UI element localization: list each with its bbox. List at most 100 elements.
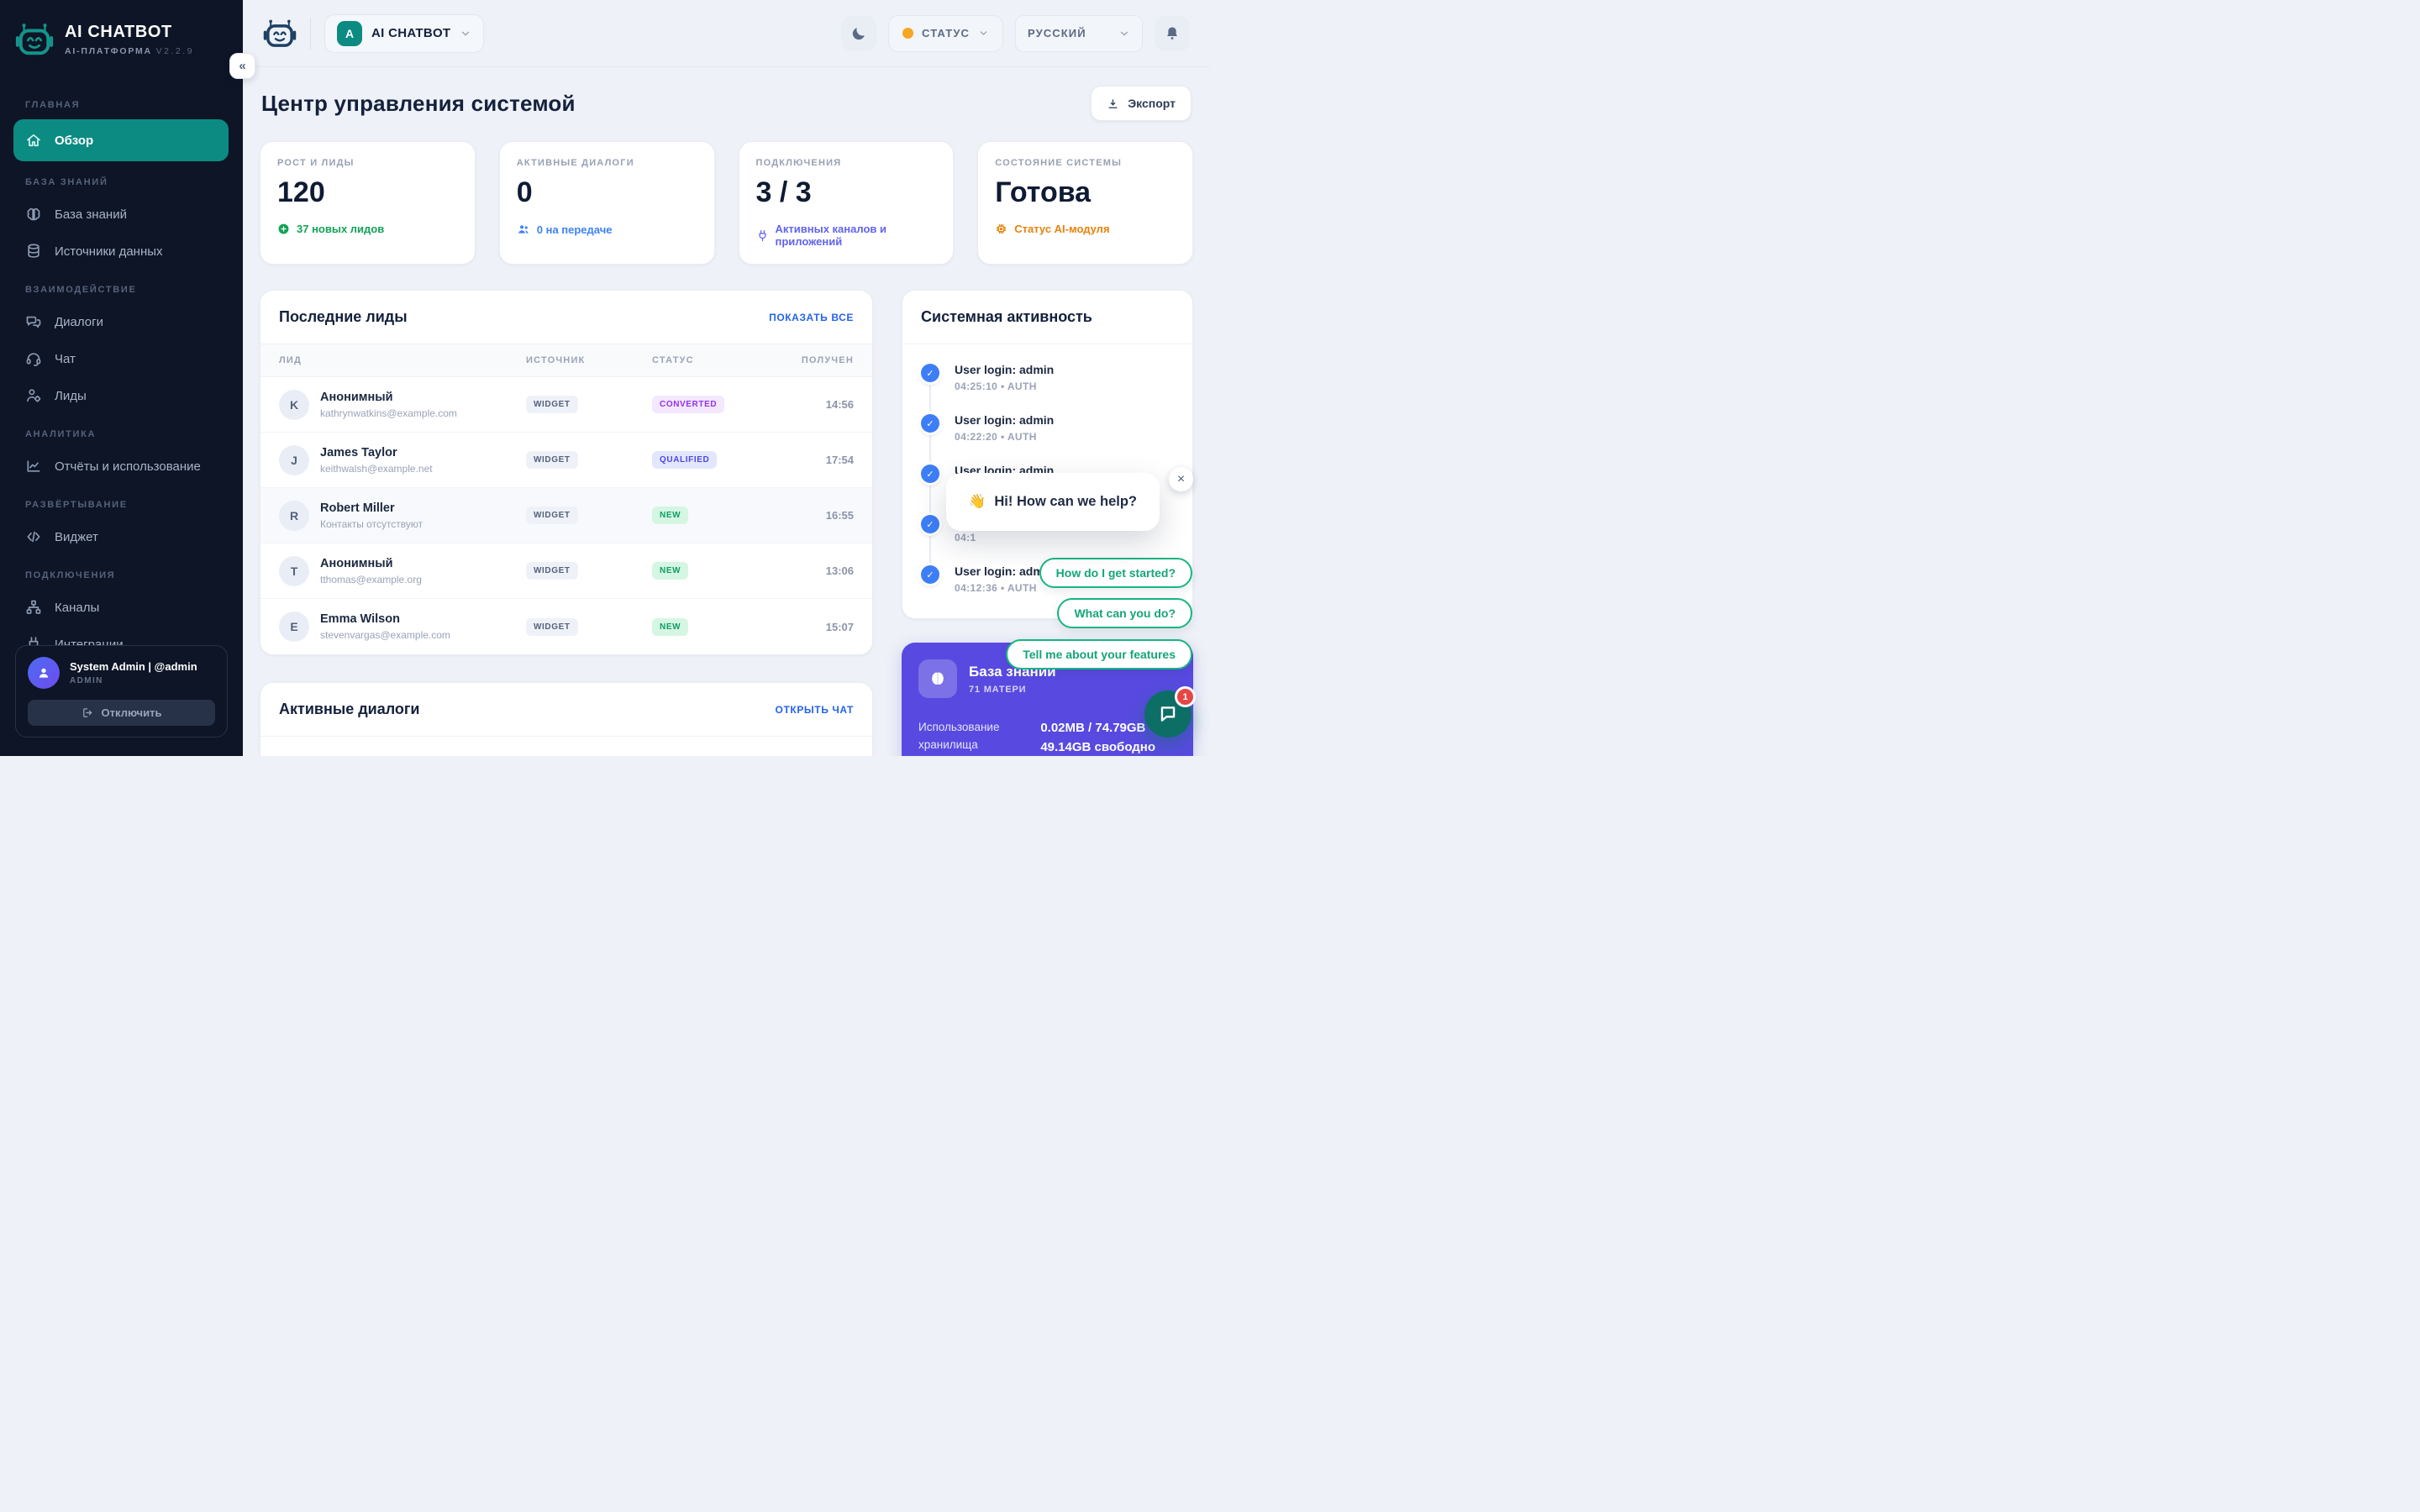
network-icon — [25, 599, 42, 616]
sidebar-item-label: Каналы — [55, 601, 99, 615]
brain-icon — [25, 206, 42, 223]
chevron-down-icon — [1118, 28, 1130, 39]
sidebar-item-data-sources[interactable]: Источники данных — [13, 234, 229, 269]
lead-time: 13:06 — [786, 564, 854, 577]
unread-badge: 1 — [1175, 686, 1196, 707]
chat-launcher-button[interactable]: 1 — [1144, 690, 1192, 738]
status-label: СТАТУС — [922, 27, 970, 39]
sidebar-item-dialogs[interactable]: Диалоги — [13, 304, 229, 339]
user-card: System Admin | @admin ADMIN Отключить — [15, 645, 228, 738]
chevron-down-icon — [460, 28, 471, 39]
source-badge: WIDGET — [526, 507, 578, 524]
sidebar-item-channels[interactable]: Каналы — [13, 590, 229, 625]
plug-icon — [25, 636, 42, 645]
stat-label: ПОДКЛЮЧЕНИЯ — [756, 158, 937, 168]
sidebar-item-reports[interactable]: Отчёты и использование — [13, 449, 229, 484]
lead-time: 15:07 — [786, 621, 854, 633]
user-name: System Admin | @admin — [70, 660, 197, 673]
chat-suggestion[interactable]: Tell me about your features — [1006, 639, 1192, 669]
lead-contact: Контакты отсутствуют — [320, 518, 423, 530]
chat-suggestion[interactable]: How do I get started? — [1039, 558, 1192, 588]
column-header: ЛИД — [279, 355, 526, 365]
sidebar-item-overview[interactable]: Обзор — [13, 119, 229, 161]
nav-section-interaction: ВЗАИМОДЕЙСТВИЕ — [0, 270, 243, 302]
event-time: 04:1 — [955, 532, 1174, 543]
table-row[interactable]: T Анонимный tthomas@example.org WIDGET N… — [260, 543, 872, 599]
list-item: ✓ User login: admin 04:22:20 • AUTH — [921, 413, 1174, 464]
chat-bubbles-icon — [25, 313, 42, 330]
active-dialogs-panel: Активные диалоги ОТКРЫТЬ ЧАТ Нет активны… — [260, 682, 873, 756]
lead-time: 17:54 — [786, 454, 854, 466]
lead-contact: keithwalsh@example.net — [320, 463, 433, 475]
check-circle-icon: ✓ — [921, 414, 939, 433]
lead-initial: K — [279, 390, 309, 420]
notifications-button[interactable] — [1155, 16, 1190, 51]
status-badge: NEW — [652, 618, 688, 636]
open-chat-link[interactable]: ОТКРЫТЬ ЧАТ — [776, 704, 854, 716]
sidebar-item-label: Диалоги — [55, 315, 103, 329]
source-badge: WIDGET — [526, 562, 578, 580]
table-row[interactable]: E Emma Wilson stevenvargas@example.com W… — [260, 599, 872, 654]
divider — [310, 18, 311, 50]
lead-initial: E — [279, 612, 309, 642]
plug-icon — [756, 229, 769, 242]
logout-icon — [82, 706, 94, 719]
show-all-link[interactable]: ПОКАЗАТЬ ВСЕ — [769, 312, 854, 323]
chat-bubble-icon — [1157, 703, 1179, 725]
activity-title: Системная активность — [921, 308, 1092, 326]
robot-logo-icon-header — [263, 17, 297, 50]
sidebar-item-label: База знаний — [55, 207, 127, 222]
sidebar-item-integrations[interactable]: Интеграции — [13, 627, 229, 645]
stat-card-system: СОСТОЯНИЕ СИСТЕМЫ Готова Статус AI-модул… — [977, 141, 1193, 265]
lead-time: 14:56 — [786, 398, 854, 411]
lead-name: Анонимный — [320, 557, 422, 570]
check-circle-icon: ✓ — [921, 364, 939, 382]
lead-contact: kathrynwatkins@example.com — [320, 407, 457, 419]
stat-label: РОСТ И ЛИДЫ — [277, 158, 458, 168]
table-row[interactable]: K Анонимный kathrynwatkins@example.com W… — [260, 377, 872, 433]
stat-footer-text: 37 новых лидов — [297, 223, 384, 235]
language-select[interactable]: РУССКИЙ — [1015, 15, 1143, 52]
lead-contact: stevenvargas@example.com — [320, 629, 450, 641]
bell-icon — [1164, 25, 1181, 42]
workspace-selector[interactable]: A AI CHATBOT — [324, 14, 484, 53]
lead-contact: tthomas@example.org — [320, 574, 422, 585]
event-title: User login: admin — [955, 363, 1174, 376]
status-badge: QUALIFIED — [652, 451, 717, 469]
lead-time: 16:55 — [786, 509, 854, 522]
leads-title: Последние лиды — [279, 308, 408, 326]
dialogs-title: Активные диалоги — [279, 701, 419, 718]
sidebar-collapse-button[interactable]: « — [229, 53, 255, 79]
source-badge: WIDGET — [526, 396, 578, 413]
stat-value: 120 — [277, 176, 458, 209]
source-badge: WIDGET — [526, 618, 578, 636]
stat-value: 0 — [517, 176, 697, 209]
download-icon — [1107, 97, 1119, 110]
robot-logo-icon — [15, 20, 54, 59]
chat-close-button[interactable]: × — [1169, 467, 1193, 491]
lead-name: Robert Miller — [320, 501, 423, 515]
moon-icon — [850, 25, 867, 42]
export-button[interactable]: Экспорт — [1091, 86, 1192, 121]
lead-initial: R — [279, 501, 309, 531]
sidebar-item-chat[interactable]: Чат — [13, 341, 229, 376]
stat-label: СОСТОЯНИЕ СИСТЕМЫ — [995, 158, 1176, 168]
person-tag-icon — [25, 387, 42, 404]
stat-value: 3 / 3 — [756, 176, 937, 209]
nav-section-analytics: АНАЛИТИКА — [0, 415, 243, 447]
table-row[interactable]: R Robert Miller Контакты отсутствуют WID… — [260, 488, 872, 543]
sidebar-item-widget[interactable]: Виджет — [13, 519, 229, 554]
language-value: РУССКИЙ — [1028, 27, 1086, 39]
logout-button[interactable]: Отключить — [28, 700, 215, 726]
sidebar-item-knowledge-base[interactable]: База знаний — [13, 197, 229, 232]
list-item: ✓ User login: admin 04:25:10 • AUTH — [921, 363, 1174, 413]
chat-suggestion[interactable]: What can you do? — [1057, 598, 1192, 628]
lead-initial: J — [279, 445, 309, 475]
nav-section-knowledge: БАЗА ЗНАНИЙ — [0, 163, 243, 195]
table-row[interactable]: J James Taylor keithwalsh@example.net WI… — [260, 433, 872, 488]
brand: AI CHATBOT AI-ПЛАТФОРМА V2.2.9 — [0, 0, 243, 67]
brand-subtitle: AI-ПЛАТФОРМА — [65, 46, 152, 56]
dark-mode-toggle[interactable] — [841, 16, 876, 51]
sidebar-item-leads[interactable]: Лиды — [13, 378, 229, 413]
status-dropdown[interactable]: СТАТУС — [888, 15, 1003, 52]
